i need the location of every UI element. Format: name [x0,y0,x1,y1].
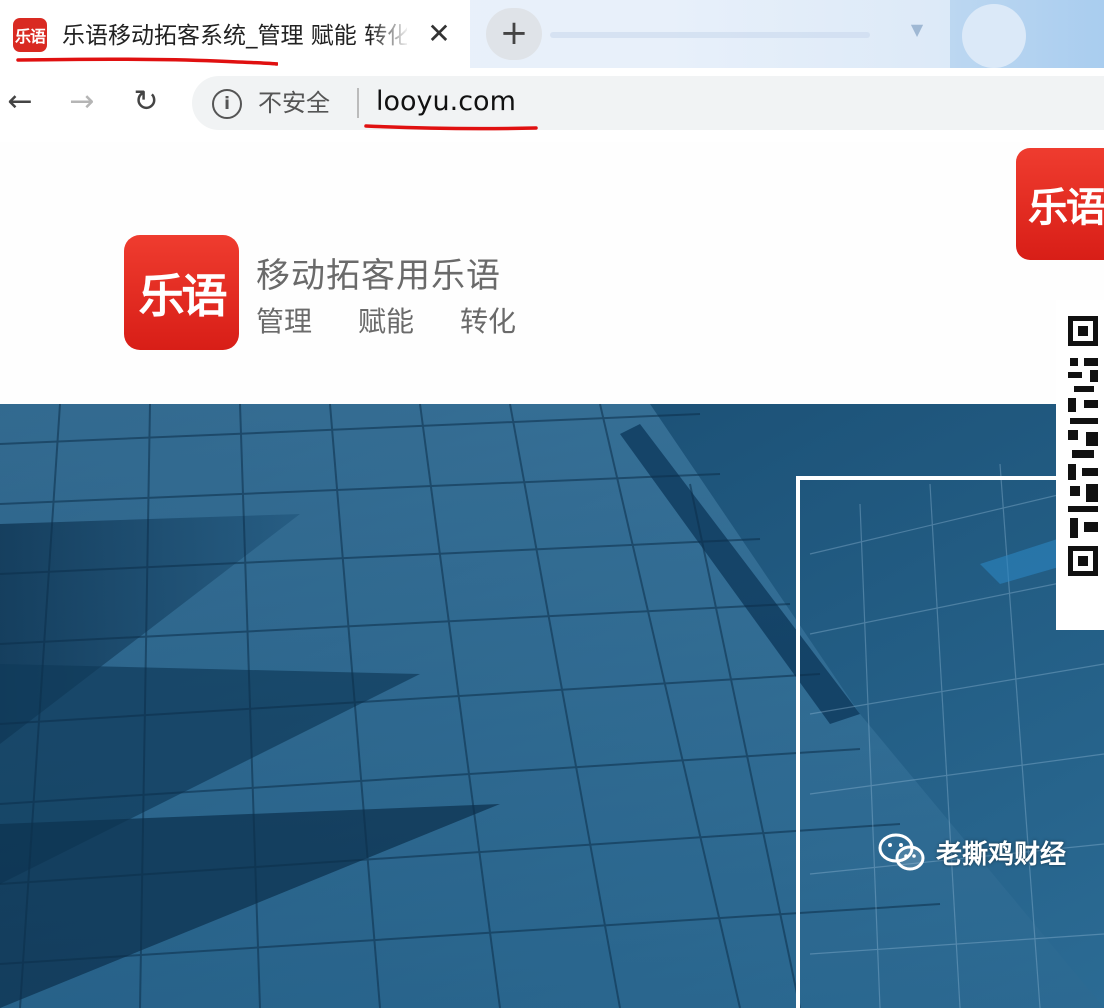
browser-chrome: 乐语 乐语移动拓客系统_管理 赋能 转化 ✕ + ▼ ← → ↻ i 不安全 l… [0,0,1104,143]
web-page: 乐语 移动拓客用乐语 管理 赋能 转化 [0,142,1104,1008]
red-annotation-underline-tab [16,57,278,66]
site-header: 乐语 移动拓客用乐语 管理 赋能 转化 [0,142,1104,404]
profile-avatar[interactable] [962,4,1026,68]
blurred-tab-placeholder [550,32,870,38]
brand-tags: 管理 赋能 转化 [256,302,516,342]
watermark: 老撕鸡财经 [878,830,1066,874]
tab-title: 乐语移动拓客系统_管理 赋能 转化 [62,23,407,49]
brand-slogan: 移动拓客用乐语 [256,256,501,296]
wechat-icon [878,833,925,871]
info-icon[interactable]: i [212,89,242,119]
reload-icon[interactable]: ↻ [126,82,166,122]
tab-title-fade [370,18,410,54]
tab-favicon: 乐语 [13,18,47,52]
security-label[interactable]: 不安全 [258,87,330,119]
watermark-text: 老撕鸡财经 [936,839,1067,870]
omnibox-divider [357,88,359,118]
brand-tag-convert: 转化 [459,305,516,338]
card-brand-logo: 乐语 [1016,148,1104,260]
toolbar: ← → ↻ i 不安全 looyu.com [0,68,1104,143]
qr-code-icon[interactable] [1056,300,1104,630]
close-icon[interactable]: ✕ [425,18,453,50]
tab-dropdown-icon[interactable]: ▼ [905,20,929,44]
brand-tag-manage: 管理 [256,305,313,338]
address-bar[interactable]: i 不安全 looyu.com [192,76,1104,130]
hero-banner [0,404,1104,1008]
red-annotation-underline-url [364,124,538,131]
brand-tag-empower: 赋能 [357,305,414,338]
brand-logo[interactable]: 乐语 [124,235,239,350]
back-arrow-icon[interactable]: ← [0,82,40,122]
url-text[interactable]: looyu.com [376,84,516,120]
new-tab-button[interactable]: + [486,8,542,60]
forward-arrow-icon[interactable]: → [62,82,102,122]
